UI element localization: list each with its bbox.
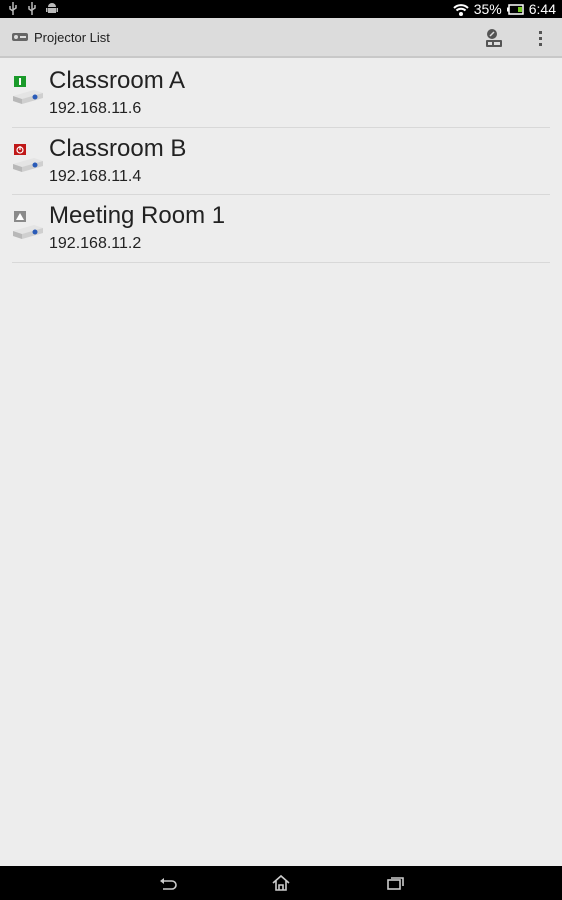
wifi-icon xyxy=(453,3,469,16)
android-icon xyxy=(46,3,58,13)
recent-apps-icon[interactable] xyxy=(386,874,406,892)
action-bar: Projector List xyxy=(0,18,562,58)
battery-icon xyxy=(506,3,524,15)
projector-warning-icon xyxy=(13,211,43,239)
projector-list-item[interactable]: Meeting Room 1 192.168.11.2 xyxy=(12,195,550,263)
home-icon[interactable] xyxy=(271,874,291,892)
projector-on-icon xyxy=(13,76,43,104)
projector-list-item[interactable]: Classroom B 192.168.11.4 xyxy=(12,128,550,195)
projector-ip: 192.168.11.4 xyxy=(49,167,142,185)
projector-standby-icon xyxy=(13,143,43,172)
projector-settings-icon xyxy=(486,29,502,47)
usb-icon xyxy=(28,2,36,15)
projector-name: Classroom B xyxy=(49,134,187,162)
status-bar: 35% 6:44 xyxy=(0,0,562,18)
projector-list-item[interactable]: Classroom A 192.168.11.6 xyxy=(12,60,550,128)
battery-percent: 35% xyxy=(473,1,502,17)
overflow-menu-icon xyxy=(538,30,542,34)
projector-icon[interactable] xyxy=(12,33,28,41)
projector-list: Classroom A 192.168.11.6 Classroom B 192… xyxy=(12,60,550,263)
overflow-menu-button[interactable] xyxy=(530,26,550,50)
projector-name: Classroom A xyxy=(49,67,186,94)
projector-settings-button[interactable] xyxy=(482,26,506,50)
clock: 6:44 xyxy=(528,1,556,17)
navigation-bar xyxy=(0,866,562,900)
projector-ip: 192.168.11.2 xyxy=(49,235,142,252)
page-title: Projector List xyxy=(34,30,110,45)
back-icon[interactable] xyxy=(158,874,178,892)
projector-name: Meeting Room 1 xyxy=(49,202,226,229)
projector-ip: 192.168.11.6 xyxy=(49,100,142,117)
usb-icon xyxy=(9,2,17,15)
